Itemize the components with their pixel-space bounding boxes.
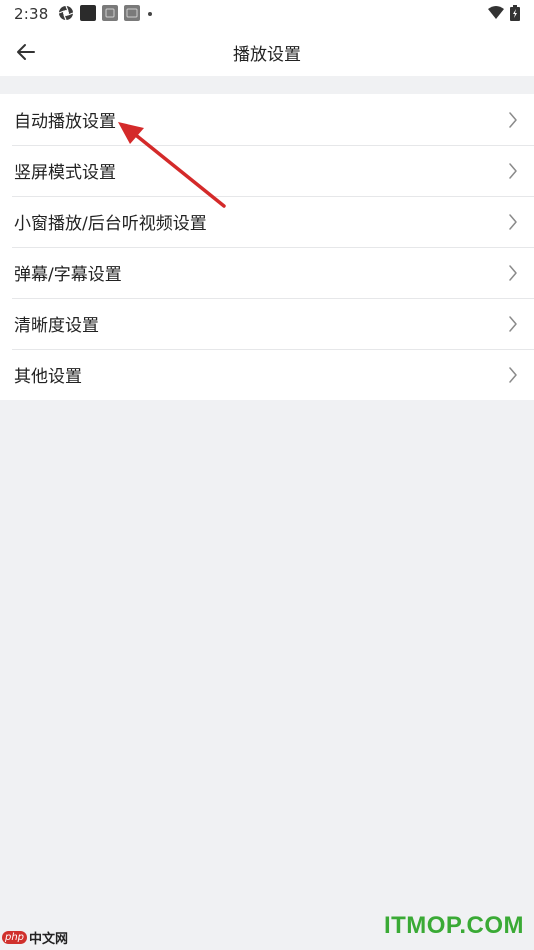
wifi-icon: [488, 6, 504, 19]
settings-item-label: 弹幕/字幕设置: [14, 265, 122, 285]
chevron-right-icon: [509, 367, 517, 383]
watermark-itmop: ITMOP.COM: [383, 912, 524, 939]
settings-item-label: 清晰度设置: [14, 316, 99, 336]
system-icons: [488, 5, 520, 21]
watermark-left-text: 中文网: [29, 932, 69, 947]
app-icon-dark: [80, 5, 96, 21]
chevron-right-icon: [509, 214, 517, 230]
php-logo: php: [2, 931, 28, 944]
chevron-right-icon: [509, 265, 517, 281]
notification-icons: [58, 5, 154, 21]
watermark-php: php 中文网: [2, 928, 68, 947]
settings-item-label: 其他设置: [14, 367, 82, 387]
chevron-right-icon: [509, 316, 517, 332]
settings-item-resolution[interactable]: 清晰度设置: [0, 298, 534, 349]
status-bar: 2:38: [0, 0, 534, 28]
settings-item-danmaku-subtitle[interactable]: 弹幕/字幕设置: [0, 247, 534, 298]
app-icon-gray: [102, 5, 118, 21]
app-bar: 播放设置: [0, 28, 534, 76]
settings-item-portrait-mode[interactable]: 竖屏模式设置: [0, 145, 534, 196]
dot-icon: [148, 12, 152, 16]
app-icon-gray: [124, 5, 140, 21]
settings-item-label: 竖屏模式设置: [14, 163, 116, 183]
battery-charging-icon: [510, 5, 520, 21]
settings-item-other[interactable]: 其他设置: [0, 349, 534, 400]
settings-list: 自动播放设置 竖屏模式设置 小窗播放/后台听视频设置 弹幕/字幕设置 清晰度设置…: [0, 94, 534, 400]
settings-item-label: 小窗播放/后台听视频设置: [14, 214, 207, 234]
status-time: 2:38: [14, 5, 49, 23]
aperture-icon: [58, 5, 74, 21]
chevron-right-icon: [509, 112, 517, 128]
settings-item-mini-window[interactable]: 小窗播放/后台听视频设置: [0, 196, 534, 247]
chevron-right-icon: [509, 163, 517, 179]
settings-item-label: 自动播放设置: [14, 112, 116, 132]
settings-item-autoplay[interactable]: 自动播放设置: [0, 94, 534, 145]
page-title: 播放设置: [233, 45, 301, 65]
